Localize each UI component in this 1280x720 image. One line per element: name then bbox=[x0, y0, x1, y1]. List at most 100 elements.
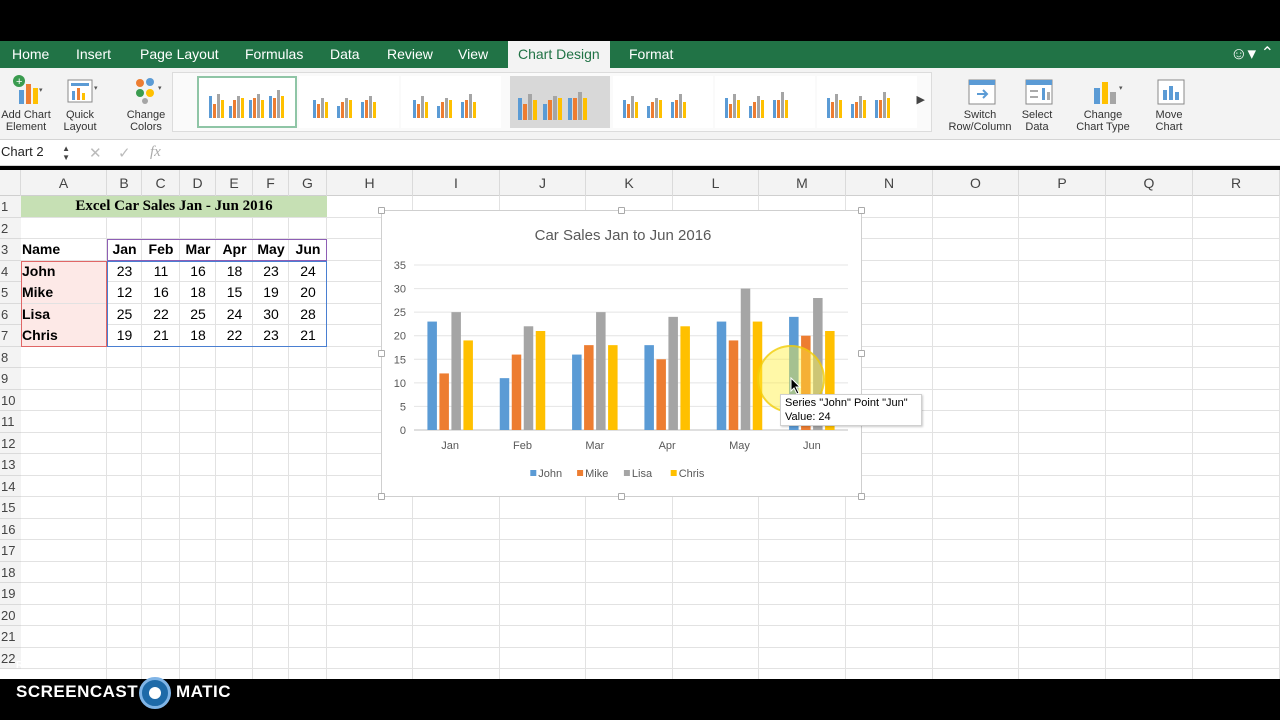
bar-john-apr[interactable] bbox=[644, 345, 654, 430]
column-header-c[interactable]: C bbox=[142, 170, 180, 196]
bar-mike-feb[interactable] bbox=[511, 354, 522, 430]
chart-style-7[interactable] bbox=[817, 76, 917, 128]
row-header-2[interactable]: 2 bbox=[0, 217, 21, 239]
row-header-10[interactable]: 10 bbox=[0, 389, 21, 411]
chart-style-3[interactable] bbox=[401, 76, 501, 128]
tab-insert[interactable]: Insert bbox=[66, 41, 121, 68]
row-header-9[interactable]: 9 bbox=[0, 368, 21, 390]
bar-mike-mar[interactable] bbox=[584, 345, 594, 430]
row-header-19[interactable]: 19 bbox=[0, 583, 21, 605]
row-header-15[interactable]: 15 bbox=[0, 497, 21, 519]
column-header-d[interactable]: D bbox=[180, 170, 216, 196]
row-header-6[interactable]: 6 bbox=[0, 303, 21, 325]
resize-handle-e[interactable] bbox=[858, 350, 865, 357]
column-header-g[interactable]: G bbox=[289, 170, 327, 196]
row-header-14[interactable]: 14 bbox=[0, 475, 21, 497]
quick-layout-button[interactable]: ▾ Quick Layout bbox=[58, 72, 102, 133]
row-header-18[interactable]: 18 bbox=[0, 561, 21, 583]
row-header-13[interactable]: 13 bbox=[0, 454, 21, 476]
header-name-cell[interactable]: Name bbox=[22, 239, 108, 260]
tab-view[interactable]: View bbox=[448, 41, 498, 68]
row-header-5[interactable]: 5 bbox=[0, 282, 21, 304]
switch-row-column-button[interactable]: Switch Row/Column bbox=[946, 72, 1014, 133]
bar-lisa-feb[interactable] bbox=[523, 326, 534, 430]
resize-handle-n[interactable] bbox=[618, 207, 625, 214]
chart-style-4[interactable] bbox=[510, 76, 610, 128]
row-header-3[interactable]: 3 bbox=[0, 239, 21, 261]
bar-lisa-mar[interactable] bbox=[596, 312, 606, 430]
feedback-smiley-icon[interactable]: ☺▾ bbox=[1230, 44, 1256, 64]
bar-chris-apr[interactable] bbox=[680, 326, 690, 430]
bar-chris-feb[interactable] bbox=[535, 331, 546, 430]
chart-style-2[interactable] bbox=[299, 76, 399, 128]
row-header-20[interactable]: 20 bbox=[0, 604, 21, 626]
sheet-title-cell[interactable]: Excel Car Sales Jan - Jun 2016 bbox=[21, 196, 327, 217]
resize-handle-se[interactable] bbox=[858, 493, 865, 500]
bar-mike-apr[interactable] bbox=[656, 359, 666, 430]
bar-chris-jan[interactable] bbox=[463, 340, 473, 430]
column-header-k[interactable]: K bbox=[586, 170, 673, 196]
bar-chris-mar[interactable] bbox=[608, 345, 618, 430]
column-header-f[interactable]: F bbox=[253, 170, 289, 196]
function-icon[interactable]: fx bbox=[150, 144, 161, 161]
gallery-next-icon[interactable]: ▶ bbox=[917, 93, 925, 106]
legend-label-john[interactable]: John bbox=[538, 468, 562, 480]
tab-review[interactable]: Review bbox=[377, 41, 443, 68]
bar-mike-may[interactable] bbox=[728, 340, 739, 430]
bar-john-mar[interactable] bbox=[572, 354, 582, 430]
resize-handle-ne[interactable] bbox=[858, 207, 865, 214]
enter-icon[interactable]: ✓ bbox=[118, 144, 131, 162]
add-chart-element-button[interactable]: + ▾ Add Chart Element bbox=[0, 72, 52, 133]
column-header-e[interactable]: E bbox=[216, 170, 253, 196]
collapse-ribbon-icon[interactable]: ⌃ bbox=[1261, 43, 1274, 63]
select-data-button[interactable]: Select Data bbox=[1016, 72, 1058, 133]
row-header-1[interactable]: 1 bbox=[0, 196, 21, 218]
column-header-h[interactable]: H bbox=[327, 170, 413, 196]
chart-style-1[interactable] bbox=[197, 76, 297, 128]
name-box-stepper-icon[interactable]: ▲ ▼ bbox=[62, 144, 70, 162]
bar-john-may[interactable] bbox=[716, 321, 727, 430]
select-all-corner[interactable] bbox=[0, 170, 21, 196]
bar-mike-jan[interactable] bbox=[439, 373, 449, 430]
row-header-8[interactable]: 8 bbox=[0, 346, 21, 368]
column-header-m[interactable]: M bbox=[759, 170, 846, 196]
tab-chart-design[interactable]: Chart Design bbox=[508, 41, 610, 68]
bar-lisa-may[interactable] bbox=[740, 288, 751, 430]
move-chart-button[interactable]: Move Chart bbox=[1146, 72, 1192, 133]
resize-handle-w[interactable] bbox=[378, 350, 385, 357]
column-header-a[interactable]: A bbox=[21, 170, 107, 196]
column-header-p[interactable]: P bbox=[1019, 170, 1106, 196]
bar-lisa-jan[interactable] bbox=[451, 312, 461, 430]
column-header-j[interactable]: J bbox=[500, 170, 586, 196]
tab-page-layout[interactable]: Page Layout bbox=[130, 41, 229, 68]
row-header-11[interactable]: 11 bbox=[0, 411, 21, 433]
legend-label-chris[interactable]: Chris bbox=[679, 468, 705, 480]
bar-lisa-apr[interactable] bbox=[668, 316, 678, 430]
bar-john-feb[interactable] bbox=[499, 378, 510, 430]
tab-home[interactable]: Home bbox=[2, 41, 59, 68]
row-header-17[interactable]: 17 bbox=[0, 540, 21, 562]
row-header-4[interactable]: 4 bbox=[0, 260, 21, 282]
row-header-7[interactable]: 7 bbox=[0, 325, 21, 347]
column-header-b[interactable]: B bbox=[107, 170, 142, 196]
bar-john-jan[interactable] bbox=[427, 321, 437, 430]
chart-style-5[interactable] bbox=[613, 76, 713, 128]
column-header-i[interactable]: I bbox=[413, 170, 500, 196]
chart-style-6[interactable] bbox=[715, 76, 815, 128]
tab-formulas[interactable]: Formulas bbox=[235, 41, 313, 68]
resize-handle-s[interactable] bbox=[618, 493, 625, 500]
legend-label-mike[interactable]: Mike bbox=[585, 468, 608, 480]
column-header-l[interactable]: L bbox=[673, 170, 759, 196]
row-header-16[interactable]: 16 bbox=[0, 518, 21, 540]
tab-format[interactable]: Format bbox=[619, 41, 683, 68]
column-header-o[interactable]: O bbox=[933, 170, 1019, 196]
legend-label-lisa[interactable]: Lisa bbox=[632, 468, 653, 480]
change-colors-button[interactable]: ▾ Change Colors bbox=[120, 72, 172, 133]
resize-handle-nw[interactable] bbox=[378, 207, 385, 214]
column-header-r[interactable]: R bbox=[1193, 170, 1280, 196]
column-header-q[interactable]: Q bbox=[1106, 170, 1193, 196]
cancel-icon[interactable]: ✕ bbox=[89, 144, 102, 162]
row-header-12[interactable]: 12 bbox=[0, 432, 21, 454]
resize-handle-sw[interactable] bbox=[378, 493, 385, 500]
row-header-21[interactable]: 21 bbox=[0, 626, 21, 648]
